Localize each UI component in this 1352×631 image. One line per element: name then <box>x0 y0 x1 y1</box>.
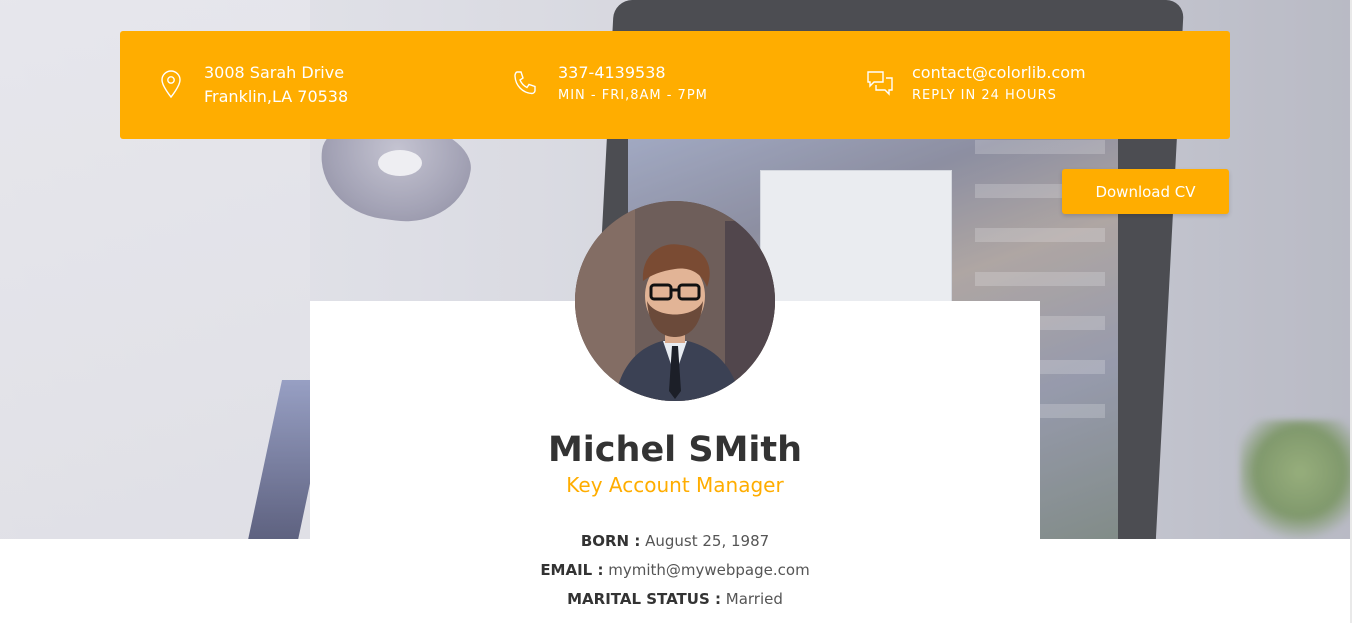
info-email-row: EMAIL : mymith@mywebpage.com <box>310 558 1040 582</box>
contact-email-address[interactable]: contact@colorlib.com <box>912 61 1086 85</box>
email-label: EMAIL : <box>540 561 604 579</box>
marital-value: Married <box>725 590 783 608</box>
reply-time: REPLY IN 24 HOURS <box>912 88 1057 103</box>
born-label: BORN : <box>580 532 641 550</box>
phone-number[interactable]: 337-4139538 <box>558 61 708 85</box>
marital-label: MARITAL STATUS : <box>567 590 721 608</box>
address-line-1: 3008 Sarah Drive <box>204 63 345 82</box>
profile-job-title: Key Account Manager <box>566 473 784 497</box>
profile-name: Michel SMith <box>547 430 803 470</box>
address-line-2: Franklin,LA 70538 <box>204 87 349 106</box>
phone-icon <box>512 69 538 95</box>
born-value: August 25, 1987 <box>645 532 770 550</box>
phone-hours: MIN - FRI,8AM - 7PM <box>558 88 708 103</box>
chat-bubbles-icon <box>866 69 893 96</box>
email-value[interactable]: mymith@mywebpage.com <box>608 561 809 579</box>
profile-avatar <box>575 201 775 401</box>
info-born-row: BORN : August 25, 1987 <box>310 529 1040 553</box>
info-marital-row: MARITAL STATUS : Married <box>310 587 1040 611</box>
download-cv-button[interactable]: Download CV <box>1062 169 1229 214</box>
map-pin-icon <box>158 69 184 99</box>
contact-info-bar: 3008 Sarah Drive Franklin,LA 70538 337-4… <box>120 31 1230 139</box>
